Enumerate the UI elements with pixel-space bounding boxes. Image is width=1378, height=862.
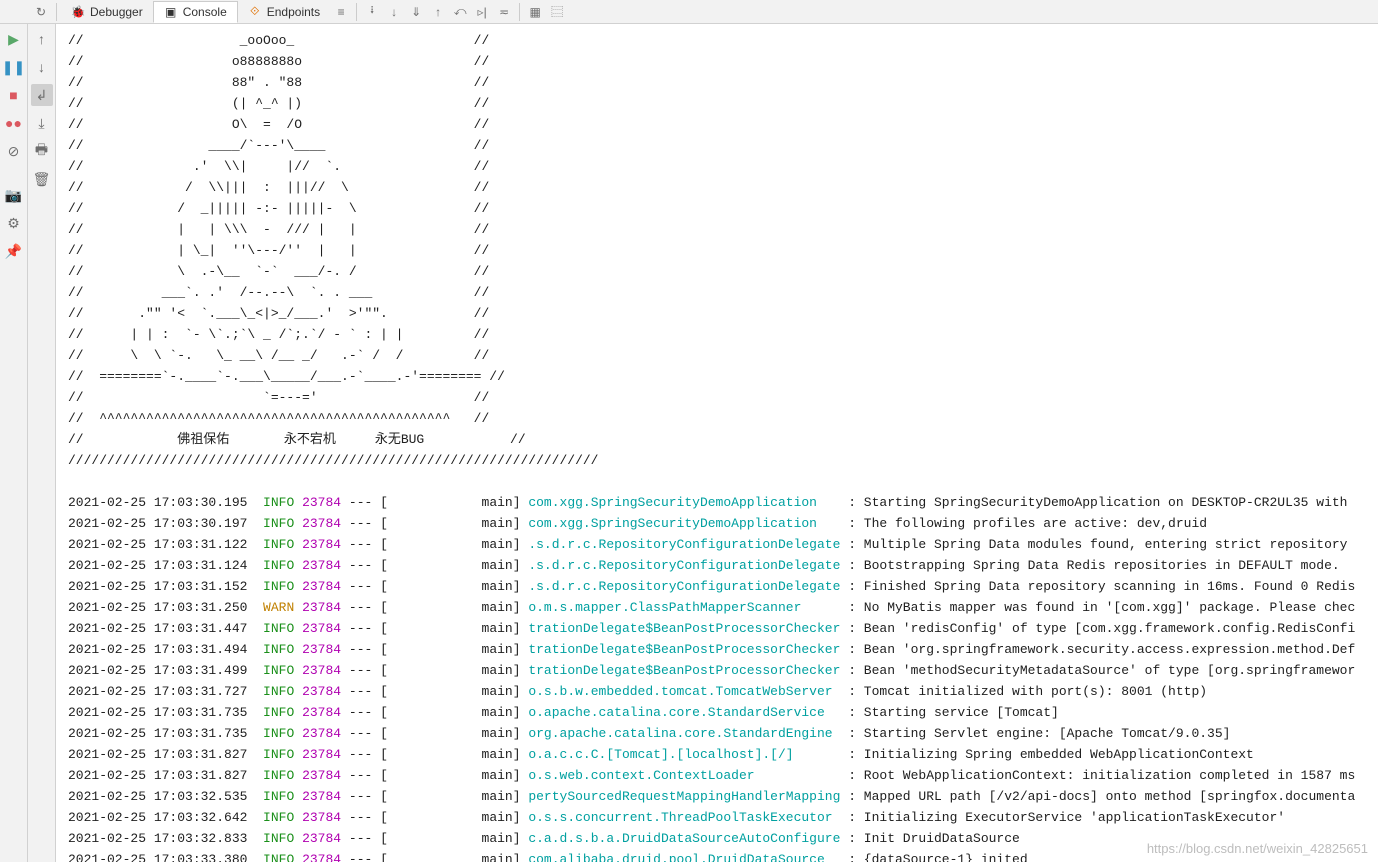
ascii-banner-line: // .' \\| |// `. // — [68, 156, 1370, 177]
ascii-banner-line: // ========`-.____`-.___\_____/___.-`___… — [68, 366, 1370, 387]
console-icon: ▣ — [164, 5, 178, 19]
debugger-toolbar: ↻ 🐞 Debugger ▣ Console ⟐ Endpoints ≡ ⭭ ↓… — [0, 0, 1378, 24]
tab-endpoints[interactable]: ⟐ Endpoints — [238, 2, 330, 22]
step-over-icon[interactable]: ⭭ — [361, 1, 383, 23]
step-into-icon[interactable]: ↓ — [383, 1, 405, 23]
log-line: 2021-02-25 17:03:31.124 INFO 23784 --- [… — [68, 555, 1370, 576]
log-line: 2021-02-25 17:03:32.535 INFO 23784 --- [… — [68, 786, 1370, 807]
ascii-banner-line: // | | \\\ - /// | | // — [68, 219, 1370, 240]
ascii-banner-line: // ."" '< `.___\_<|>_/___.' >'"". // — [68, 303, 1370, 324]
log-line: 2021-02-25 17:03:31.727 INFO 23784 --- [… — [68, 681, 1370, 702]
log-line: 2021-02-25 17:03:31.499 INFO 23784 --- [… — [68, 660, 1370, 681]
pin-icon[interactable]: 📌 — [3, 240, 25, 262]
layout-icon[interactable]: ≡ — [330, 1, 352, 23]
scroll-to-end-icon[interactable]: ⤓ — [31, 112, 53, 134]
drop-frame-icon[interactable]: ⤺ — [449, 1, 471, 23]
ascii-banner-line: // 88" . "88 // — [68, 72, 1370, 93]
tab-label: Debugger — [90, 5, 143, 19]
log-line: 2021-02-25 17:03:31.122 INFO 23784 --- [… — [68, 534, 1370, 555]
settings-icon[interactable]: ⚙ — [3, 212, 25, 234]
ascii-banner-line: // | \_| ''\---/'' | | // — [68, 240, 1370, 261]
log-line: 2021-02-25 17:03:30.197 INFO 23784 --- [… — [68, 513, 1370, 534]
memory-icon[interactable]: ⿳ — [546, 1, 568, 23]
ascii-banner-line: // | | : `- \`.;`\ _ /`;.`/ - ` : | | // — [68, 324, 1370, 345]
clear-all-icon[interactable]: 🗑 — [31, 168, 53, 190]
bug-icon: 🐞 — [71, 5, 85, 19]
view-breakpoints-icon[interactable]: ●● — [3, 112, 25, 134]
ascii-banner-line: // (| ^_^ |) // — [68, 93, 1370, 114]
endpoints-icon: ⟐ — [248, 5, 262, 19]
soft-wrap-icon[interactable]: ↲ — [31, 84, 53, 106]
ascii-banner-line: // 佛祖保佑 永不宕机 永无BUG // — [68, 429, 1370, 450]
resume-icon[interactable]: ▶ — [3, 28, 25, 50]
ascii-banner-line: // ^^^^^^^^^^^^^^^^^^^^^^^^^^^^^^^^^^^^^… — [68, 408, 1370, 429]
rerun-icon[interactable]: ↻ — [30, 1, 52, 23]
tab-console[interactable]: ▣ Console — [153, 1, 238, 23]
tab-label: Console — [183, 5, 227, 19]
log-line: 2021-02-25 17:03:31.827 INFO 23784 --- [… — [68, 744, 1370, 765]
ascii-banner-line: // ___`. .' /--.--\ `. . ___ // — [68, 282, 1370, 303]
log-line: 2021-02-25 17:03:31.735 INFO 23784 --- [… — [68, 723, 1370, 744]
ascii-banner-line: // _ooOoo_ // — [68, 30, 1370, 51]
log-line: 2021-02-25 17:03:31.250 WARN 23784 --- [… — [68, 597, 1370, 618]
log-line: 2021-02-25 17:03:31.152 INFO 23784 --- [… — [68, 576, 1370, 597]
ascii-banner-line: // \ .-\__ `-` ___/-. / // — [68, 261, 1370, 282]
ascii-banner-line: // ____/`---'\____ // — [68, 135, 1370, 156]
log-line: 2021-02-25 17:03:30.195 INFO 23784 --- [… — [68, 492, 1370, 513]
ascii-banner-line: // `=---=' // — [68, 387, 1370, 408]
log-line: 2021-02-25 17:03:31.735 INFO 23784 --- [… — [68, 702, 1370, 723]
console-controls: ↑ ↓ ↲ ⤓ 🖶 🗑 — [28, 24, 56, 862]
pause-icon[interactable]: ❚❚ — [3, 56, 25, 78]
ascii-banner-line: // / \\||| : |||// \ // — [68, 177, 1370, 198]
ascii-banner-line: // / _||||| -:- |||||- \ // — [68, 198, 1370, 219]
mute-breakpoints-icon[interactable]: ⊘ — [3, 140, 25, 162]
dump-threads-icon[interactable]: 📷 — [3, 184, 25, 206]
step-out-icon[interactable]: ↑ — [427, 1, 449, 23]
ascii-banner-line: ////////////////////////////////////////… — [68, 450, 1370, 471]
log-line: 2021-02-25 17:03:31.447 INFO 23784 --- [… — [68, 618, 1370, 639]
ascii-banner-line: // o8888888o // — [68, 51, 1370, 72]
print-icon[interactable]: 🖶 — [31, 140, 53, 162]
tab-label: Endpoints — [267, 5, 320, 19]
stop-icon[interactable]: ■ — [3, 84, 25, 106]
log-line: 2021-02-25 17:03:32.642 INFO 23784 --- [… — [68, 807, 1370, 828]
evaluate-icon[interactable]: ≂ — [493, 1, 515, 23]
scroll-up-icon[interactable]: ↑ — [31, 28, 53, 50]
log-line: 2021-02-25 17:03:31.827 INFO 23784 --- [… — [68, 765, 1370, 786]
force-step-into-icon[interactable]: ⇓ — [405, 1, 427, 23]
run-to-cursor-icon[interactable]: ▹| — [471, 1, 493, 23]
ascii-banner-line: // O\ = /O // — [68, 114, 1370, 135]
log-line: 2021-02-25 17:03:31.494 INFO 23784 --- [… — [68, 639, 1370, 660]
ascii-banner-line: // \ \ `-. \_ __\ /__ _/ .-` / / // — [68, 345, 1370, 366]
tab-debugger[interactable]: 🐞 Debugger — [61, 2, 153, 22]
console-output[interactable]: // _ooOoo_ //// o8888888o //// 88" . "88… — [56, 24, 1378, 862]
trace-icon[interactable]: ▦ — [524, 1, 546, 23]
scroll-down-icon[interactable]: ↓ — [31, 56, 53, 78]
run-controls: ▶ ❚❚ ■ ●● ⊘ 📷 ⚙ 📌 — [0, 24, 28, 862]
watermark-text: https://blog.csdn.net/weixin_42825651 — [1147, 841, 1368, 856]
